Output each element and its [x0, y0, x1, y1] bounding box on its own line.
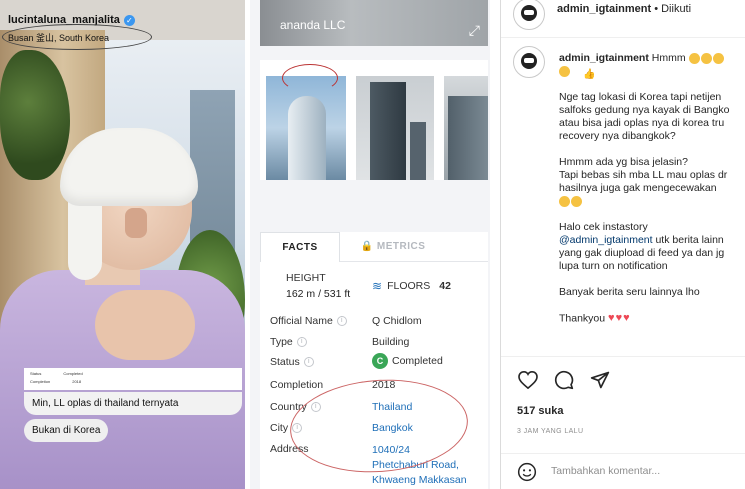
thanks-text: Thankyou	[559, 312, 606, 325]
post-time[interactable]: 3 JAM YANG LALU	[517, 428, 583, 435]
post-actions: 517 suka 3 JAM YANG LALU	[501, 356, 745, 489]
fact-label: Status	[270, 356, 300, 368]
thinking-emoji-icon	[700, 52, 712, 64]
comment-icon[interactable]	[553, 369, 575, 391]
mini-facts-card: Status Completed Completion 2018	[24, 368, 242, 390]
thumbs-up-icon: 👍	[583, 69, 596, 80]
thumbnail-2[interactable]	[356, 76, 434, 180]
comment-input[interactable]	[551, 465, 741, 477]
likes-count[interactable]: 517 suka	[517, 405, 563, 417]
fact-label: Type	[270, 336, 293, 348]
status-completed-icon: C	[372, 353, 388, 369]
add-comment-bar	[501, 453, 745, 489]
post-header: admin_igtainment • Diikuti	[501, 0, 745, 38]
fact-row-status: Status i C Completed	[270, 353, 488, 376]
lock-icon: 🔒	[360, 241, 374, 252]
annotation-circle-location	[2, 24, 152, 50]
action-icons	[517, 369, 611, 391]
fact-label: Official Name	[270, 315, 333, 327]
tab-metrics[interactable]: 🔒 METRICS	[348, 232, 438, 262]
thumbnail-tower-2	[410, 122, 426, 180]
caption-bubble-2: Bukan di Korea	[24, 419, 109, 442]
address-line: Khwaeng Makkasan	[372, 474, 467, 486]
layers-icon: ≋	[372, 279, 383, 293]
header-separator: •	[654, 3, 659, 15]
smile-emoji-icon	[571, 195, 582, 207]
more-news-text: Banyak berita seru lainnya lho	[559, 286, 700, 298]
tab-metrics-label: METRICS	[376, 241, 426, 252]
fact-label: Completion	[270, 379, 324, 391]
info-icon[interactable]: i	[336, 316, 347, 326]
heart-emoji-icon: ♥	[623, 312, 630, 324]
comment-username[interactable]: admin_igtainment	[559, 52, 649, 64]
comment-first: Hmmm	[651, 52, 686, 64]
share-icon[interactable]	[589, 369, 611, 391]
screenshot-collage: lucintaluna_manjalita ✓ Busan 釜山, South …	[0, 0, 745, 489]
mini-completion-value: 2018	[72, 379, 82, 384]
hero-watermark: ananda LLC	[280, 18, 346, 32]
fact-label: City	[270, 422, 289, 434]
header-username[interactable]: admin_igtainment	[557, 3, 651, 15]
status-text: Completed	[392, 354, 443, 367]
facts-tabs: FACTS 🔒 METRICS	[260, 232, 488, 262]
info-icon[interactable]: i	[303, 357, 314, 367]
mini-status-value: Completed	[63, 371, 83, 376]
fact-row-official-name: Official Name i Q Chidlom	[270, 315, 488, 335]
heart-icon[interactable]	[517, 369, 539, 391]
comment-avatar[interactable]	[513, 46, 545, 78]
mini-status-label: Status	[30, 371, 42, 376]
heart-emoji-icon: ♥	[615, 312, 623, 324]
tab-facts[interactable]: FACTS	[260, 232, 340, 262]
caption-comment: admin_igtainment Hmmm Nge tag lokasi di …	[559, 52, 745, 352]
smile-emoji-icon	[559, 195, 570, 207]
mini-completion-label: Completion	[30, 379, 51, 384]
image-thumbnails	[260, 60, 488, 180]
thumbnail-tower	[288, 96, 326, 180]
info-icon[interactable]: i	[296, 337, 307, 347]
following-button[interactable]: Diikuti	[661, 3, 691, 15]
avatar[interactable]	[513, 0, 545, 30]
comment-paragraph: Hmmm ada yg bisa jelasin? Tapi bebas sih…	[559, 156, 728, 194]
thinking-emoji-icon	[712, 52, 724, 64]
thinking-emoji-icon	[688, 52, 700, 64]
post-photo: lucintaluna_manjalita ✓ Busan 釜山, South …	[0, 0, 245, 489]
instagram-post-sidebar: admin_igtainment • Diikuti admin_igtainm…	[500, 0, 745, 489]
photo-hand	[95, 290, 195, 360]
floors-label: FLOORS	[387, 280, 431, 292]
avatar-face	[521, 53, 537, 69]
thumbnail-3[interactable]	[444, 76, 488, 180]
heart-emoji-icon: ♥	[608, 312, 615, 324]
comment-paragraph: Nge tag lokasi di Korea tapi netijen sal…	[559, 91, 730, 142]
fact-value: Q Chidlom	[372, 315, 422, 327]
building-hero-image[interactable]: ananda LLC ⤢	[260, 0, 488, 46]
verified-icon: ✓	[123, 14, 135, 26]
caption-bubble: Min, LL oplas di thailand ternyata	[24, 392, 242, 415]
header-user-line: admin_igtainment • Diikuti	[557, 3, 691, 15]
promo-line: Halo cek instastory	[559, 221, 648, 233]
photo-nose	[125, 208, 147, 238]
expand-icon[interactable]: ⤢	[469, 22, 480, 39]
thumbnail-tower	[370, 82, 406, 180]
floors-value: 42	[439, 280, 451, 292]
fact-value: Building	[372, 336, 410, 348]
mention-link[interactable]: @admin_igtainment	[559, 234, 653, 246]
fact-value-status: C Completed	[372, 353, 443, 369]
height-stat: HEIGHT 162 m / 531 ft	[286, 272, 350, 300]
thinking-emoji-icon	[559, 65, 570, 77]
height-label: HEIGHT	[286, 272, 326, 284]
avatar-face	[521, 5, 537, 21]
annotation-circle-thumbnail	[282, 64, 338, 92]
floors-stat: ≋ FLOORS 42	[372, 279, 451, 293]
height-value: 162 m / 531 ft	[286, 288, 351, 300]
emoji-icon[interactable]	[517, 462, 537, 482]
thumbnail-tower	[448, 96, 488, 180]
